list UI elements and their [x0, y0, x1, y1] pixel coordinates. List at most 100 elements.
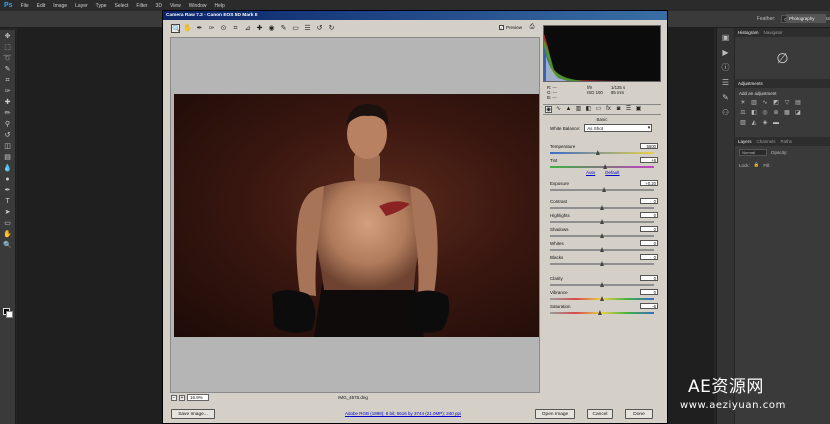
- zoom-icon[interactable]: 🔍: [3, 242, 13, 250]
- crop-tool-icon[interactable]: ⌗: [231, 24, 240, 33]
- exposure-icon[interactable]: ◩: [772, 100, 780, 107]
- path-select-icon[interactable]: ➤: [3, 209, 13, 217]
- preferences-icon[interactable]: ☰: [303, 24, 312, 33]
- done-button[interactable]: Done: [625, 409, 653, 419]
- workspace-select[interactable]: Photography: [786, 14, 826, 23]
- vibrance-icon[interactable]: ▽: [783, 100, 791, 107]
- workflow-options-link[interactable]: Adobe RGB (1998); 8 bit; 5616 by 3744 (2…: [338, 411, 468, 416]
- channel-mixer-icon[interactable]: ⊕: [772, 110, 780, 117]
- menu-file[interactable]: File: [17, 3, 33, 9]
- menu-type[interactable]: Type: [92, 3, 111, 9]
- crop-icon[interactable]: ⌗: [3, 77, 13, 85]
- eyedropper-icon[interactable]: ✑: [3, 88, 13, 96]
- hand-tool-icon[interactable]: ✋: [183, 24, 192, 33]
- tab-histogram[interactable]: Histogram: [738, 30, 759, 35]
- history-panel-icon[interactable]: ▣: [721, 33, 731, 43]
- image-preview-area[interactable]: [170, 37, 540, 393]
- menu-view[interactable]: View: [166, 3, 185, 9]
- menu-image[interactable]: Image: [49, 3, 71, 9]
- color-sampler-icon[interactable]: ✑: [207, 24, 216, 33]
- red-eye-icon[interactable]: ◉: [267, 24, 276, 33]
- photo-filter-icon[interactable]: ◎: [761, 110, 769, 117]
- hand-icon[interactable]: ✋: [3, 231, 13, 239]
- curves-icon[interactable]: ∿: [761, 100, 769, 107]
- color-balance-icon[interactable]: ⚖: [739, 110, 747, 117]
- invert-icon[interactable]: ◪: [794, 110, 802, 117]
- blur-icon[interactable]: 💧: [3, 165, 13, 173]
- white-balance-tool-icon[interactable]: ✒: [195, 24, 204, 33]
- split-toning-tab-icon[interactable]: ◧: [585, 106, 592, 113]
- move-tool-icon[interactable]: ✥: [3, 33, 13, 41]
- slider-value-input[interactable]: 0: [640, 254, 658, 260]
- camera-calibration-tab-icon[interactable]: ◙: [615, 106, 622, 113]
- gradient-icon[interactable]: ▤: [3, 154, 13, 162]
- zoom-level-select[interactable]: 16.9%: [187, 394, 209, 401]
- selective-color-icon[interactable]: ◈: [761, 120, 769, 127]
- slider-value-input[interactable]: 0: [640, 289, 658, 295]
- zoom-in-button[interactable]: +: [179, 394, 185, 401]
- menu-3d[interactable]: 3D: [152, 3, 166, 9]
- background-color-swatch[interactable]: [6, 311, 13, 318]
- tab-layers[interactable]: Layers: [738, 139, 752, 144]
- presets-tab-icon[interactable]: ☰: [625, 106, 632, 113]
- menu-filter[interactable]: Filter: [132, 3, 151, 9]
- slider-value-input[interactable]: 0: [640, 212, 658, 218]
- clone-panel-icon[interactable]: ⚇: [721, 108, 731, 118]
- menu-help[interactable]: Help: [211, 3, 229, 9]
- bw-icon[interactable]: ◧: [750, 110, 758, 117]
- slider-track[interactable]: [550, 312, 654, 314]
- targeted-adjust-icon[interactable]: ⊙: [219, 24, 228, 33]
- graduated-filter-icon[interactable]: ▭: [291, 24, 300, 33]
- effects-tab-icon[interactable]: fx: [605, 106, 612, 113]
- slider-value-input[interactable]: 5600: [640, 143, 658, 149]
- brush-panel-icon[interactable]: ✎: [721, 93, 731, 103]
- slider-track[interactable]: [550, 189, 654, 191]
- preview-toggle[interactable]: ✓ Preview: [499, 25, 522, 30]
- basic-tab-icon[interactable]: ◉: [545, 106, 552, 113]
- straighten-icon[interactable]: ⊿: [243, 24, 252, 33]
- dodge-icon[interactable]: ●: [3, 176, 13, 184]
- slider-track[interactable]: [550, 166, 654, 168]
- threshold-icon[interactable]: ◭: [750, 120, 758, 127]
- open-image-button[interactable]: Open Image: [535, 409, 575, 419]
- gradient-map-icon[interactable]: ▬: [772, 120, 780, 127]
- slider-value-input[interactable]: 0: [640, 240, 658, 246]
- zoom-tool-icon[interactable]: 🔍: [171, 24, 181, 33]
- pen-icon[interactable]: ✒: [3, 187, 13, 195]
- spot-removal-icon[interactable]: ✚: [255, 24, 264, 33]
- hsl-tab-icon[interactable]: ▥: [575, 106, 582, 113]
- menu-edit[interactable]: Edit: [33, 3, 50, 9]
- posterize-icon[interactable]: ▨: [739, 120, 747, 127]
- shape-icon[interactable]: ▭: [3, 220, 13, 228]
- fullscreen-icon[interactable]: ⎙: [527, 24, 537, 33]
- hue-sat-icon[interactable]: ▤: [794, 100, 802, 107]
- eraser-icon[interactable]: ◫: [3, 143, 13, 151]
- menu-layer[interactable]: Layer: [71, 3, 92, 9]
- rotate-right-icon[interactable]: ↻: [327, 24, 336, 33]
- info-panel-icon[interactable]: ⓘ: [721, 63, 731, 73]
- lock-icon[interactable]: 🔒: [754, 162, 760, 168]
- properties-panel-icon[interactable]: ☰: [721, 78, 731, 88]
- stamp-icon[interactable]: ⚲: [3, 121, 13, 129]
- menu-select[interactable]: Select: [111, 3, 133, 9]
- zoom-out-button[interactable]: −: [171, 394, 177, 401]
- history-brush-icon[interactable]: ↺: [3, 132, 13, 140]
- menu-window[interactable]: Window: [185, 3, 211, 9]
- adjustment-brush-icon[interactable]: ✎: [279, 24, 288, 33]
- quick-select-icon[interactable]: ✎: [3, 66, 13, 74]
- tab-channels[interactable]: Channels: [757, 139, 776, 144]
- tab-adjustments[interactable]: Adjustments: [738, 81, 763, 86]
- brush-icon[interactable]: ✏: [3, 110, 13, 118]
- tab-paths[interactable]: Paths: [781, 139, 793, 144]
- detail-tab-icon[interactable]: ▲: [565, 106, 572, 113]
- tone-curve-tab-icon[interactable]: ∿: [555, 106, 562, 113]
- preview-checkbox[interactable]: ✓: [499, 25, 504, 30]
- snapshots-tab-icon[interactable]: ▣: [635, 106, 642, 113]
- slider-value-input[interactable]: +8: [640, 157, 658, 163]
- actions-panel-icon[interactable]: ▶: [721, 48, 731, 58]
- cancel-button[interactable]: Cancel: [587, 409, 613, 419]
- slider-value-input[interactable]: +0.20: [640, 180, 658, 186]
- tab-navigator[interactable]: Navigator: [764, 30, 783, 35]
- levels-icon[interactable]: ▥: [750, 100, 758, 107]
- slider-value-input[interactable]: 0: [640, 226, 658, 232]
